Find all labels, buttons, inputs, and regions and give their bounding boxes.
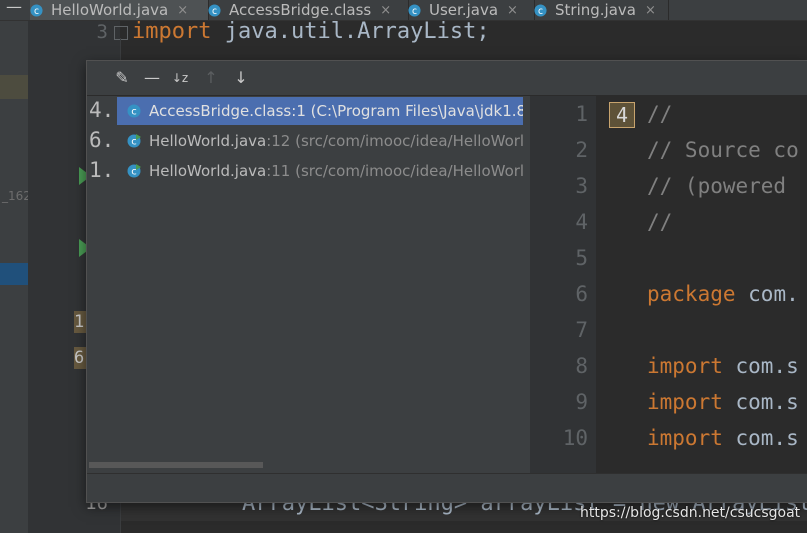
usage-location: HelloWorld.java:12 (src/com/imooc/idea/H… <box>149 126 523 156</box>
preview-line-number: 6 <box>575 282 588 306</box>
collapse-icon[interactable]: — <box>143 69 161 87</box>
java-class-icon: c <box>534 3 547 16</box>
preview-line-number: 9 <box>575 390 588 414</box>
java-class-run-icon: c <box>127 164 141 178</box>
preview-comment: // Source co <box>647 138 799 162</box>
preview-line-number: 1 <box>575 102 588 126</box>
preview-line-number: 7 <box>575 318 588 342</box>
preview-code: package com. <box>647 276 799 312</box>
usage-preview-pane: 4 1 // 2 // Source co 3 // (powered 4 // 5 6… <box>530 96 807 473</box>
usage-row-selected[interactable]: 4. c AccessBridge.class:1 (C:\Program Fi… <box>87 96 523 126</box>
preview-code: import com.s <box>647 420 799 456</box>
watermark-text: https://blog.csdn.net/csucsgoat <box>580 505 801 521</box>
preview-line: 9 import com.s <box>530 384 807 420</box>
arrow-up-icon[interactable]: ↑ <box>202 69 220 87</box>
preview-line-number: 2 <box>575 138 588 162</box>
strip-highlight <box>0 75 28 99</box>
preview-line-number: 10 <box>562 426 588 450</box>
preview-line: 8 import com.s <box>530 348 807 384</box>
preview-line: 5 <box>530 240 807 276</box>
preview-comment: // <box>647 102 673 126</box>
horizontal-scrollbar[interactable] <box>89 462 263 468</box>
tab-label: String.java <box>555 1 636 19</box>
usage-location: HelloWorld.java:11 (src/com/imooc/idea/H… <box>149 156 523 186</box>
code-line-import[interactable]: import java.util.ArrayList; <box>132 14 490 50</box>
popup-toolbar: ✎ — ↓z ↑ ↓ <box>87 61 807 96</box>
preview-code: import com.s <box>647 384 799 420</box>
code-text: com.s <box>722 390 799 414</box>
preview-line: 4 // <box>530 204 807 240</box>
usage-row[interactable]: 1. c HelloWorld.java:11 (src/com/imooc/i… <box>87 156 523 184</box>
usage-line: :1 <box>291 102 306 120</box>
usage-line: :11 <box>266 162 291 180</box>
close-icon[interactable]: × <box>507 3 518 18</box>
tab-string-java[interactable]: c String.java × <box>534 0 669 20</box>
preview-comment: // (powered <box>647 174 799 198</box>
java-class-icon: c <box>127 104 141 118</box>
usage-path: (src/com/imooc/idea/HelloWorl <box>290 132 523 150</box>
preview-line: 10 import com.s <box>530 420 807 456</box>
usage-row[interactable]: 6. c HelloWorld.java:12 (src/com/imooc/i… <box>87 126 523 154</box>
close-icon[interactable]: × <box>645 3 656 18</box>
pencil-icon[interactable]: ✎ <box>113 69 131 87</box>
usage-path: (C:\Program Files\Java\jdk1.8.0 <box>305 102 523 120</box>
strip-label: _162 <box>2 189 31 203</box>
preview-line: 2 // Source co <box>530 132 807 168</box>
preview-line: 6 package com. <box>530 276 807 312</box>
keyword: package <box>647 282 736 306</box>
preview-line: 7 <box>530 312 807 348</box>
usage-file: AccessBridge.class <box>149 102 292 120</box>
keyword: import <box>647 426 723 450</box>
line-number: 3 <box>96 21 108 43</box>
svg-text:c: c <box>538 5 543 16</box>
usage-location: AccessBridge.class:1 (C:\Program Files\J… <box>149 96 523 126</box>
code-text: com.s <box>722 426 799 450</box>
keyword: import <box>647 390 723 414</box>
svg-text:c: c <box>131 107 137 118</box>
usage-index: 4. <box>89 98 115 122</box>
usage-path: (src/com/imooc/idea/HelloWorl <box>290 162 523 180</box>
usage-line: :12 <box>266 132 291 150</box>
strip-selection[interactable] <box>0 263 28 285</box>
java-class-run-icon: c <box>127 134 141 148</box>
usages-list: 4. c AccessBridge.class:1 (C:\Program Fi… <box>87 96 523 468</box>
preview-line: 3 // (powered <box>530 168 807 204</box>
preview-line-number: 5 <box>575 246 588 270</box>
preview-line: 1 // <box>530 96 807 132</box>
usage-index: 1. <box>89 158 115 182</box>
code-text: java.util.ArrayList; <box>211 19 490 44</box>
preview-comment: // <box>647 210 673 234</box>
preview-line-number: 8 <box>575 354 588 378</box>
code-text: com. <box>735 282 799 306</box>
preview-code: import com.s <box>647 348 799 384</box>
keyword: import <box>647 354 723 378</box>
svg-text:c: c <box>131 167 137 178</box>
left-tool-strip: _162 <box>0 21 31 533</box>
sort-alpha-icon[interactable]: ↓z <box>171 69 189 87</box>
preview-line-number: 4 <box>575 210 588 234</box>
keyword: import <box>132 19 212 44</box>
svg-text:c: c <box>131 137 137 148</box>
arrow-down-icon[interactable]: ↓ <box>232 69 250 87</box>
code-text: com.s <box>722 354 799 378</box>
usage-index: 6. <box>89 128 115 152</box>
popup-status-bar <box>87 473 807 502</box>
fold-icon[interactable] <box>114 26 128 40</box>
usages-popup: ✎ — ↓z ↑ ↓ 4. c AccessBridge.class:1 (C:… <box>86 60 807 503</box>
usage-file: HelloWorld.java <box>149 162 267 180</box>
usage-file: HelloWorld.java <box>149 132 267 150</box>
preview-line-number: 3 <box>575 174 588 198</box>
minimize-icon[interactable]: — <box>0 0 28 20</box>
